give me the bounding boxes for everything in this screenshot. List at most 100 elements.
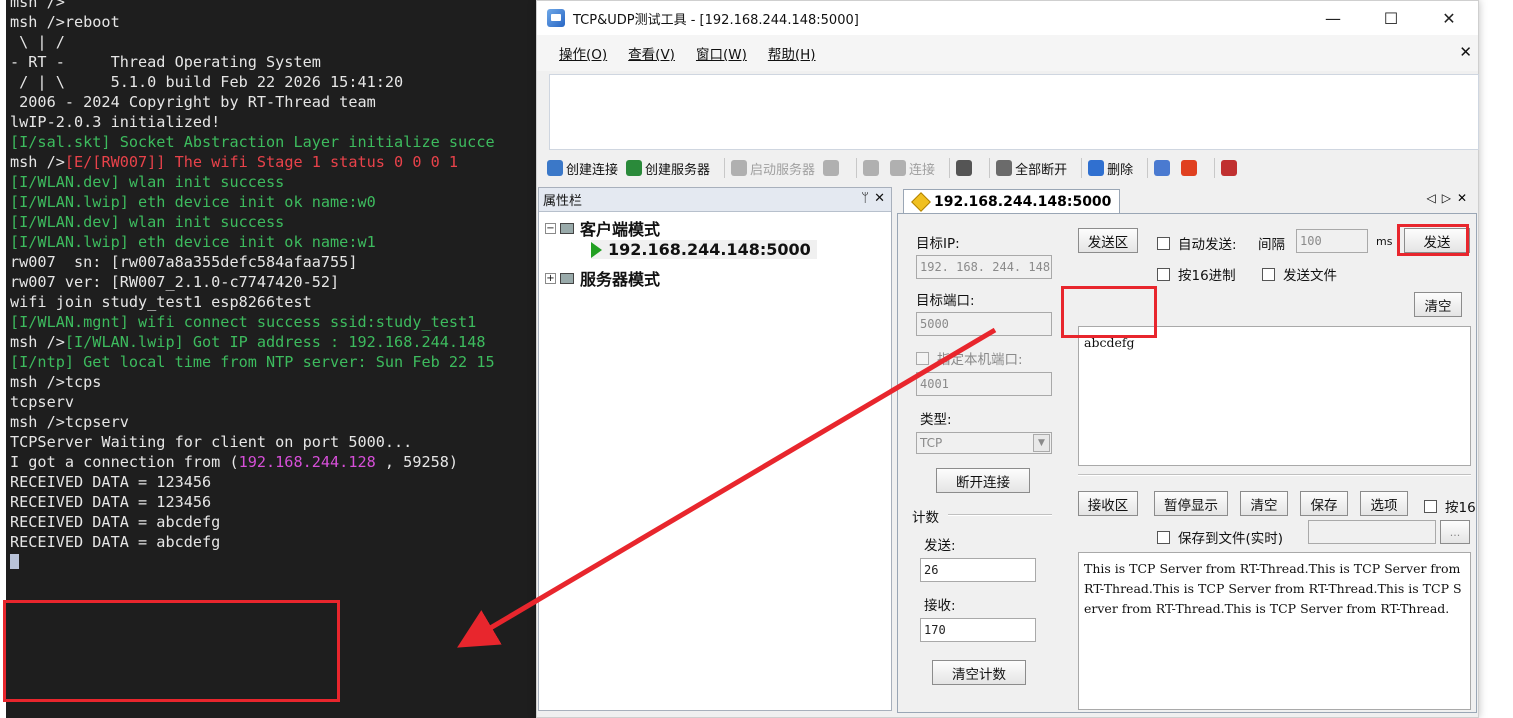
maximize-button[interactable]: ☐ [1362,1,1420,35]
line-text: - RT - Thread Operating System [10,53,321,71]
line-text: , 59258) [375,453,459,471]
toolbar-button-1[interactable]: 创建服务器 [626,159,710,178]
hex-send-checkbox[interactable]: 按16进制 [1157,264,1236,284]
send-count-label: 发送: [924,538,956,554]
terminal-line: msh />tcpserv [10,412,495,432]
checkbox-box[interactable] [1157,236,1170,250]
chevron-down-icon[interactable]: ▼ [1033,434,1050,452]
collapse-icon[interactable]: − [545,222,556,234]
close-button[interactable]: ✕ [1420,1,1478,35]
toolbar-label: 创建服务器 [645,162,711,178]
toolbar-button-2[interactable]: 启动服务器 [731,159,815,178]
target-port-field[interactable]: 5000 [916,312,1052,336]
clear-send-button[interactable]: 清空 [1414,292,1462,317]
terminal-line: rw007 sn: [rw007a8a355defc584afaa755] [10,252,495,272]
tree-server-mode[interactable]: + 服务器模式 [545,266,660,290]
window-title: TCP&UDP测试工具 - [192.168.244.148:5000] [573,12,859,28]
menu-help[interactable]: 帮助(H) [768,43,816,63]
title-bar[interactable]: TCP&UDP测试工具 - [192.168.244.148:5000] — ☐… [537,1,1478,35]
type-select[interactable]: TCP ▼ [916,432,1052,454]
tab-navigation[interactable]: ◁▷✕ [1426,191,1473,205]
computer-icon [560,222,574,234]
recv-area-button[interactable]: 接收区 [1078,491,1138,516]
save-file-path-field[interactable] [1308,520,1436,544]
toolbar-label: 删除 [1107,162,1134,178]
terminal-line: msh />[E/[RW007]] The wifi Stage 1 statu… [10,152,495,172]
menu-view[interactable]: 查看(V) [628,43,675,63]
checkbox-box[interactable] [916,351,929,365]
type-label: 类型: [920,412,952,428]
recv-count-field[interactable]: 170 [920,618,1036,642]
clear-count-button[interactable]: 清空计数 [932,660,1026,685]
line-text: lwIP-2.0.3 initialized! [10,113,221,131]
toolbar-button-4[interactable] [863,160,882,176]
options-button[interactable]: 选项 [1360,491,1408,516]
toolbar-separator [724,158,726,178]
terminal-output: msh /> msh />reboot \ | / - RT - Thread Op… [10,0,495,572]
terminal-line: msh />[I/WLAN.lwip] Got IP address : 192… [10,332,495,352]
toolbar-separator [856,158,858,178]
checkbox-box[interactable] [1157,530,1170,544]
terminal-line: msh /> [10,0,495,12]
send-count-field[interactable]: 26 [920,558,1036,582]
toolbar-button-5[interactable]: 连接 [890,159,935,178]
local-port-field[interactable]: 4001 [916,372,1052,396]
line-text: [E/[RW007]] The wifi Stage 1 status 0 0 … [64,153,459,171]
interval-field[interactable]: 100 [1296,229,1368,253]
line-text: / | \ 5.1.0 build Feb 22 2026 15:41:20 [10,73,404,91]
toolbar-button-6[interactable] [956,160,975,176]
toolbar-icon [1154,160,1171,176]
checkbox-box[interactable] [1262,267,1275,281]
toolbar-button-0[interactable]: 创建连接 [547,159,618,178]
close-icon[interactable]: ✕ [874,191,885,206]
send-area-button[interactable]: 发送区 [1078,228,1138,253]
tree-label: 客户端模式 [580,220,661,239]
send-file-checkbox[interactable]: 发送文件 [1262,264,1337,284]
hex-recv-checkbox[interactable]: 按16 [1424,496,1476,516]
browse-button[interactable]: ... [1440,520,1470,544]
line-text: msh /> [10,0,65,11]
terminal-line: lwIP-2.0.3 initialized! [10,112,495,132]
toolbar-icon [1181,160,1198,176]
toolbar-button-8[interactable]: 删除 [1088,159,1133,178]
save-button[interactable]: 保存 [1300,491,1348,516]
disconnect-button[interactable]: 断开连接 [936,468,1030,493]
tcp-udp-tool-window[interactable]: TCP&UDP测试工具 - [192.168.244.148:5000] — ☐… [536,0,1479,718]
line-text: [I/WLAN.lwip] eth device init ok name:w0 [10,193,376,211]
tab-connection[interactable]: 192.168.244.148:5000 [903,189,1121,213]
terminal-line: \ | / [10,32,495,52]
close-icon[interactable]: ✕ [1459,43,1472,61]
checkbox-label: 指定本机端口: [937,352,1023,368]
pin-icon[interactable]: ᛘ [861,191,869,206]
checkbox-box[interactable] [1424,499,1437,513]
toolbar-button-9[interactable] [1154,160,1173,176]
menu-window[interactable]: 窗口(W) [696,43,747,63]
clear-recv-button[interactable]: 清空 [1240,491,1288,516]
save-to-file-checkbox[interactable]: 保存到文件(实时) [1157,527,1283,547]
terminal-line: RECEIVED DATA = abcdefg [10,532,495,552]
tree-client-mode[interactable]: − 客户端模式 [545,216,660,240]
toolbar-icon [731,160,748,176]
menu-operate[interactable]: 操作(O) [559,43,607,63]
menu-bar: 操作(O) 查看(V) 窗口(W) 帮助(H) [537,35,1478,71]
target-ip-field[interactable]: 192. 168. 244. 148 [916,255,1052,279]
splitter[interactable] [1078,474,1471,476]
app-icon [547,9,565,27]
toolbar-button-10[interactable] [1181,160,1200,176]
toolbar-label: 创建连接 [566,162,619,178]
minimize-button[interactable]: — [1304,1,1362,35]
tree-connection-item[interactable]: 192.168.244.148:5000 [591,240,817,259]
recv-textarea[interactable]: This is TCP Server from RT-Thread.This i… [1078,552,1471,710]
toolbar-button-7[interactable]: 全部断开 [996,159,1067,178]
local-port-checkbox[interactable]: 指定本机端口: [916,348,1023,368]
send-textarea[interactable]: abcdefg [1078,326,1471,466]
expand-icon[interactable]: + [545,272,556,284]
checkbox-box[interactable] [1157,267,1170,281]
toolbar-button-3[interactable] [823,160,842,176]
toolbar-button-11[interactable] [1221,160,1240,176]
auto-send-checkbox[interactable]: 自动发送: [1157,233,1237,253]
pause-display-button[interactable]: 暂停显示 [1154,491,1228,516]
line-text: rw007 ver: [RW007_2.1.0-c7747420-52] [10,273,340,291]
divider [948,514,1052,516]
line-text: tcpserv [10,393,75,411]
